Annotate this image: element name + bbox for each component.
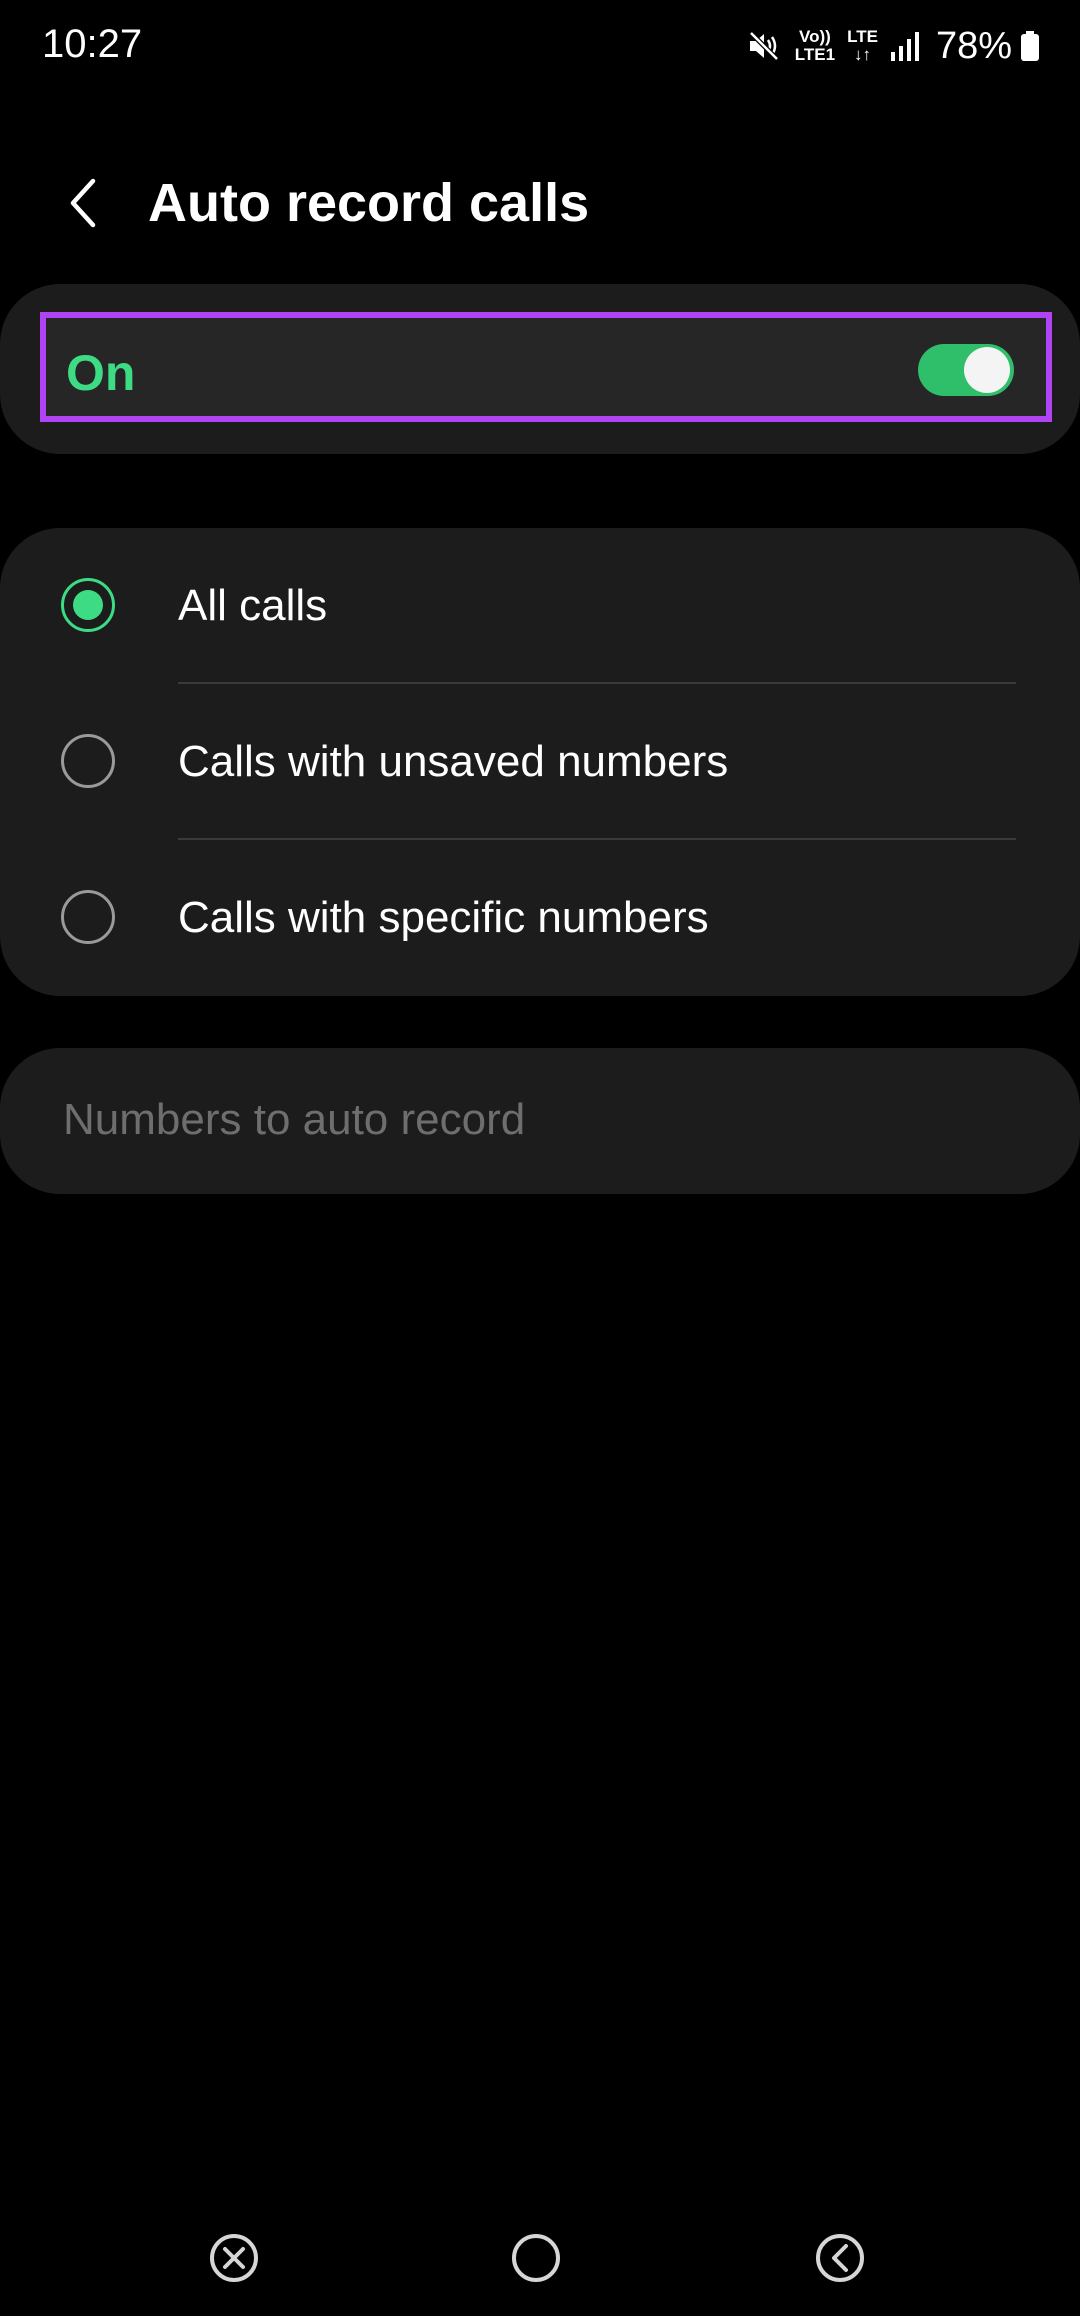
master-switch-label: On bbox=[66, 345, 136, 401]
app-header: Auto record calls bbox=[0, 150, 1080, 260]
option-label: Calls with specific numbers bbox=[178, 893, 709, 942]
radio-button-checked[interactable] bbox=[61, 578, 115, 632]
option-all-calls[interactable]: All calls bbox=[0, 528, 1080, 684]
lte-top-text: LTE bbox=[847, 27, 878, 46]
battery-percent: 78% bbox=[935, 25, 1012, 67]
home-button[interactable] bbox=[508, 2230, 564, 2286]
numbers-to-auto-record-item[interactable]: Numbers to auto record bbox=[0, 1048, 1080, 1194]
radio-button[interactable] bbox=[61, 734, 115, 788]
chevron-left-icon bbox=[70, 178, 96, 228]
switch-thumb bbox=[964, 347, 1010, 393]
volte-bottom-text: LTE1 bbox=[794, 45, 836, 64]
option-specific-numbers[interactable]: Calls with specific numbers bbox=[0, 840, 1080, 996]
option-label: All calls bbox=[178, 581, 328, 630]
status-bar: 10:27 Vo)) LTE1 LTE ↓↑ 78% bbox=[0, 0, 1080, 92]
master-switch-row[interactable]: On bbox=[40, 312, 1052, 422]
master-switch-card: On bbox=[0, 284, 1080, 454]
option-label: Calls with unsaved numbers bbox=[178, 737, 729, 786]
radio-button[interactable] bbox=[61, 890, 115, 944]
home-icon bbox=[512, 2234, 560, 2282]
recents-button[interactable] bbox=[206, 2230, 262, 2286]
record-options-card: All calls Calls with unsaved numbers Cal… bbox=[0, 528, 1080, 996]
master-toggle-switch[interactable] bbox=[918, 344, 1014, 396]
back-nav-button[interactable] bbox=[812, 2230, 868, 2286]
volte-top-text: Vo)) bbox=[799, 27, 831, 46]
battery-icon bbox=[1020, 30, 1040, 62]
recents-icon bbox=[210, 2234, 258, 2282]
back-button[interactable] bbox=[48, 168, 118, 238]
option-unsaved-numbers[interactable]: Calls with unsaved numbers bbox=[0, 684, 1080, 840]
page-title: Auto record calls bbox=[148, 173, 590, 233]
status-time: 10:27 bbox=[42, 22, 143, 66]
status-icons: Vo)) LTE1 LTE ↓↑ 78% bbox=[747, 22, 1040, 70]
navigation-bar bbox=[0, 2200, 1080, 2316]
back-icon bbox=[816, 2234, 864, 2282]
lte-bottom-text: ↓↑ bbox=[854, 45, 871, 64]
numbers-to-auto-record-label: Numbers to auto record bbox=[63, 1095, 526, 1144]
volte-icon: Vo)) LTE1 bbox=[795, 28, 835, 64]
lte-icon: LTE ↓↑ bbox=[847, 28, 878, 64]
signal-icon bbox=[890, 30, 920, 62]
mute-icon bbox=[747, 29, 781, 63]
